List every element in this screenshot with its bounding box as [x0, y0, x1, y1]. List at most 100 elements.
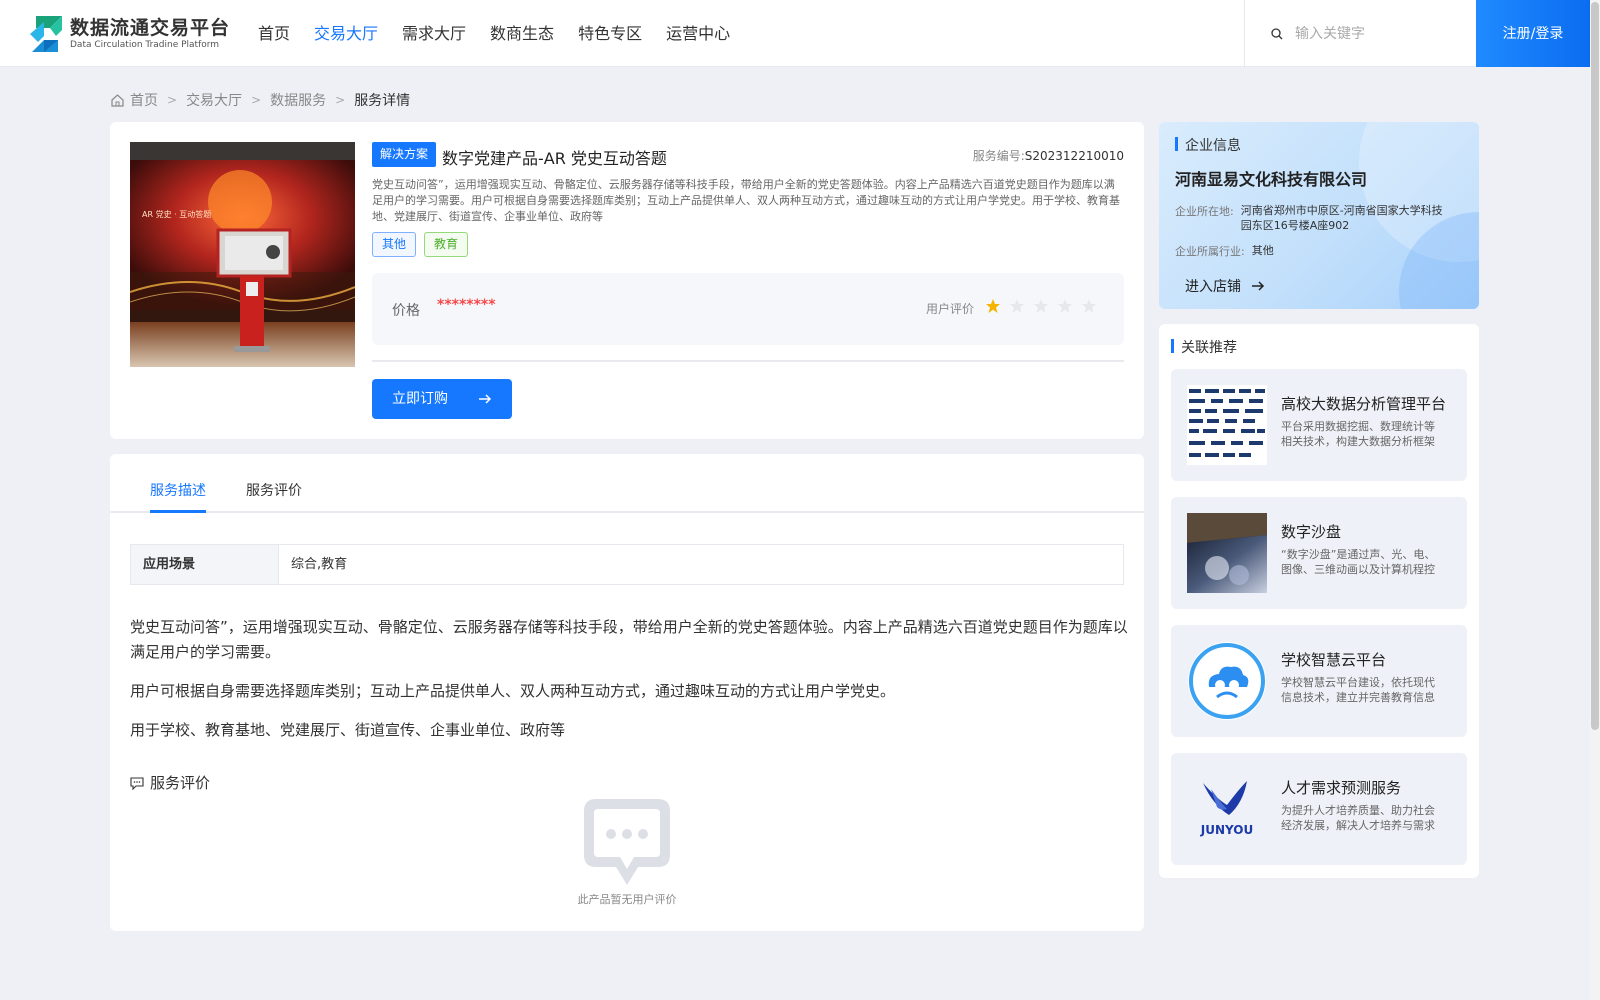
- chevron-right-icon: >: [335, 93, 346, 107]
- product-description: 党史互动问答”，运用增强现实互动、骨骼定位、云服务器存储等科技手段，带给用户全新…: [372, 178, 1120, 223]
- product-summary-card: AR 党史 · 互动答题 解决方案 数字党建产品-AR 党史互动答题 服务编号:…: [110, 122, 1144, 439]
- arrow-right-icon: [1252, 281, 1265, 291]
- logo-icon: [30, 16, 62, 52]
- nav-home[interactable]: 首页: [258, 0, 290, 67]
- star-icon: [986, 299, 1000, 313]
- main-nav: 首页 交易大厅 需求大厅 数商生态 特色专区 运营中心: [258, 0, 754, 67]
- breadcrumb-home[interactable]: 首页: [130, 90, 158, 110]
- nav-ecosystem[interactable]: 数商生态: [490, 0, 554, 67]
- enter-shop-label: 进入店铺: [1185, 279, 1241, 295]
- company-info-card: 企业信息 河南显易文化科技有限公司 企业所在地: 河南省郑州市中原区-河南省国家…: [1159, 122, 1479, 309]
- star-rating: [985, 298, 1105, 314]
- company-industry-row: 企业所属行业: 其他: [1175, 243, 1274, 259]
- recommend-thumbnail: [1187, 641, 1267, 721]
- product-title: 数字党建产品-AR 党史互动答题: [442, 149, 667, 168]
- service-code: 服务编号:S202312210010: [973, 147, 1124, 164]
- active-tab-indicator: [150, 510, 206, 513]
- order-now-label: 立即订购: [392, 391, 448, 407]
- review-section-title: 服务评价: [130, 772, 210, 793]
- nav-trading-hall[interactable]: 交易大厅: [314, 0, 378, 67]
- star-icon: [1010, 299, 1024, 313]
- company-location: 河南省郑州市中原区-河南省国家大学科技园东区16号楼A座902: [1240, 204, 1443, 232]
- star-icon: [1082, 299, 1096, 313]
- scene-table: 应用场景 综合,教育: [130, 544, 1124, 585]
- recommend-title: 数字沙盘: [1281, 523, 1342, 541]
- search-input[interactable]: [1295, 25, 1465, 42]
- search-box: [1244, 0, 1476, 67]
- star-icon: [1058, 299, 1072, 313]
- description-paragraph: 用于学校、教育基地、党建展厅、街道宣传、企事业单位、政府等: [130, 721, 566, 739]
- nav-featured[interactable]: 特色专区: [578, 0, 642, 67]
- scene-value: 综合,教育: [291, 557, 348, 572]
- site-logo[interactable]: 数据流通交易平台 Data Circulation Tradine Platfo…: [28, 14, 230, 54]
- register-login-button[interactable]: 注册/登录: [1476, 0, 1590, 67]
- description-paragraph: 用户可根据自身需要选择题库类别；互动上产品提供单人、双人两种互动方式，通过趣味互…: [130, 682, 896, 700]
- company-industry: 其他: [1251, 244, 1274, 257]
- product-tags: 其他 教育: [372, 232, 476, 257]
- price-box: 价格 ******** 用户评价: [372, 273, 1124, 345]
- recommend-thumbnail: [1187, 385, 1267, 465]
- tag-other[interactable]: 其他: [372, 232, 417, 257]
- divider: [372, 360, 1124, 362]
- service-code-value: S202312210010: [1024, 149, 1124, 163]
- recommend-item[interactable]: 学校智慧云平台 学校智慧云平台建设，依托现代信息技术，建立并完善教育信息化: [1171, 625, 1467, 737]
- arrow-right-icon: [479, 394, 492, 404]
- recommend-thumbnail: JUNYOU: [1187, 769, 1267, 849]
- solution-badge: 解决方案: [372, 142, 437, 167]
- recommend-item[interactable]: JUNYOU 人才需求预测服务 为提升人才培养质量、助力社会经济发展，解决人才培…: [1171, 753, 1467, 865]
- top-header: 数据流通交易平台 Data Circulation Tradine Platfo…: [0, 0, 1590, 67]
- related-recommend-card: 关联推荐 高校大数据分析管理平台 平台采用数据挖掘、数理统计等相关技术，构建大数…: [1159, 324, 1479, 878]
- description-paragraph: 党史互动问答”，运用增强现实互动、骨骼定位、云服务器存储等科技手段，带给用户全新…: [130, 618, 1128, 661]
- price-value: ********: [437, 297, 496, 313]
- company-location-row: 企业所在地: 河南省郑州市中原区-河南省国家大学科技园东区16号楼A座902: [1175, 203, 1451, 233]
- company-industry-label: 企业所属行业:: [1175, 245, 1245, 258]
- order-now-button[interactable]: 立即订购: [372, 379, 512, 419]
- recommend-title: 人才需求预测服务: [1281, 779, 1402, 797]
- company-location-label: 企业所在地:: [1175, 205, 1234, 218]
- detail-tabs: 服务描述 服务评价: [110, 454, 1144, 513]
- home-icon: [111, 93, 124, 107]
- service-code-label: 服务编号:: [972, 149, 1025, 163]
- service-detail-card: 服务描述 服务评价 应用场景 综合,教育 党史互动问答”，运用增强现实互动、骨骼…: [110, 454, 1144, 931]
- comment-icon: [130, 776, 144, 790]
- tab-service-description[interactable]: 服务描述: [150, 480, 206, 500]
- product-image: AR 党史 · 互动答题: [130, 142, 355, 367]
- scene-label: 应用场景: [131, 545, 279, 584]
- nav-operations[interactable]: 运营中心: [666, 0, 730, 67]
- recommend-title: 高校大数据分析管理平台: [1281, 395, 1447, 413]
- empty-comment-icon: [584, 799, 670, 885]
- recommend-desc: 为提升人才培养质量、助力社会经济发展，解决人才培养与需求: [1281, 804, 1435, 832]
- logo-title: 数据流通交易平台: [70, 17, 231, 39]
- logo-subtitle: Data Circulation Tradine Platform: [70, 40, 220, 50]
- star-icon: [1034, 299, 1048, 313]
- rating-label: 用户评价: [926, 302, 975, 316]
- chevron-right-icon: >: [167, 93, 178, 107]
- tag-education[interactable]: 教育: [424, 232, 469, 257]
- svg-text:AR 党史 · 互动答题: AR 党史 · 互动答题: [142, 209, 211, 219]
- scrollbar-thumb[interactable]: [1591, 2, 1599, 730]
- nav-demand-hall[interactable]: 需求大厅: [402, 0, 466, 67]
- recommend-desc: 平台采用数据挖掘、数理统计等相关技术，构建大数据分析框架: [1281, 420, 1435, 448]
- recommend-section-title: 关联推荐: [1171, 337, 1237, 357]
- recommend-item[interactable]: 数字沙盘 “数字沙盘”是通过声、光、电、图像、三维动画以及计算机程控技术: [1171, 497, 1467, 609]
- breadcrumb: 首页 > 交易大厅 > 数据服务 > 服务详情: [110, 88, 410, 112]
- recommend-item[interactable]: 高校大数据分析管理平台 平台采用数据挖掘、数理统计等相关技术，构建大数据分析框架: [1171, 369, 1467, 481]
- breadcrumb-trading-hall[interactable]: 交易大厅: [186, 90, 242, 110]
- empty-review-text: 此产品暂无用户评价: [577, 893, 677, 906]
- recommend-title: 学校智慧云平台: [1281, 651, 1387, 669]
- search-icon[interactable]: [1271, 27, 1283, 40]
- enter-shop-link[interactable]: 进入店铺: [1185, 276, 1265, 296]
- recommend-desc: 学校智慧云平台建设，依托现代信息技术，建立并完善教育信息化: [1281, 676, 1435, 704]
- junyou-logo-text: JUNYOU: [1200, 823, 1253, 837]
- description-body: 党史互动问答”，运用增强现实互动、骨骼定位、云服务器存储等科技手段，带给用户全新…: [130, 615, 1130, 757]
- review-title-text: 服务评价: [150, 774, 211, 792]
- price-label: 价格: [392, 303, 420, 319]
- company-name[interactable]: 河南显易文化科技有限公司: [1175, 166, 1367, 190]
- tab-service-reviews[interactable]: 服务评价: [246, 480, 302, 500]
- breadcrumb-current: 服务详情: [354, 93, 411, 109]
- recommend-thumbnail: [1187, 513, 1267, 593]
- recommend-desc: “数字沙盘”是通过声、光、电、图像、三维动画以及计算机程控技术: [1281, 548, 1436, 576]
- chevron-right-icon: >: [251, 93, 262, 107]
- breadcrumb-data-service[interactable]: 数据服务: [270, 90, 326, 110]
- company-section-title: 企业信息: [1175, 135, 1241, 155]
